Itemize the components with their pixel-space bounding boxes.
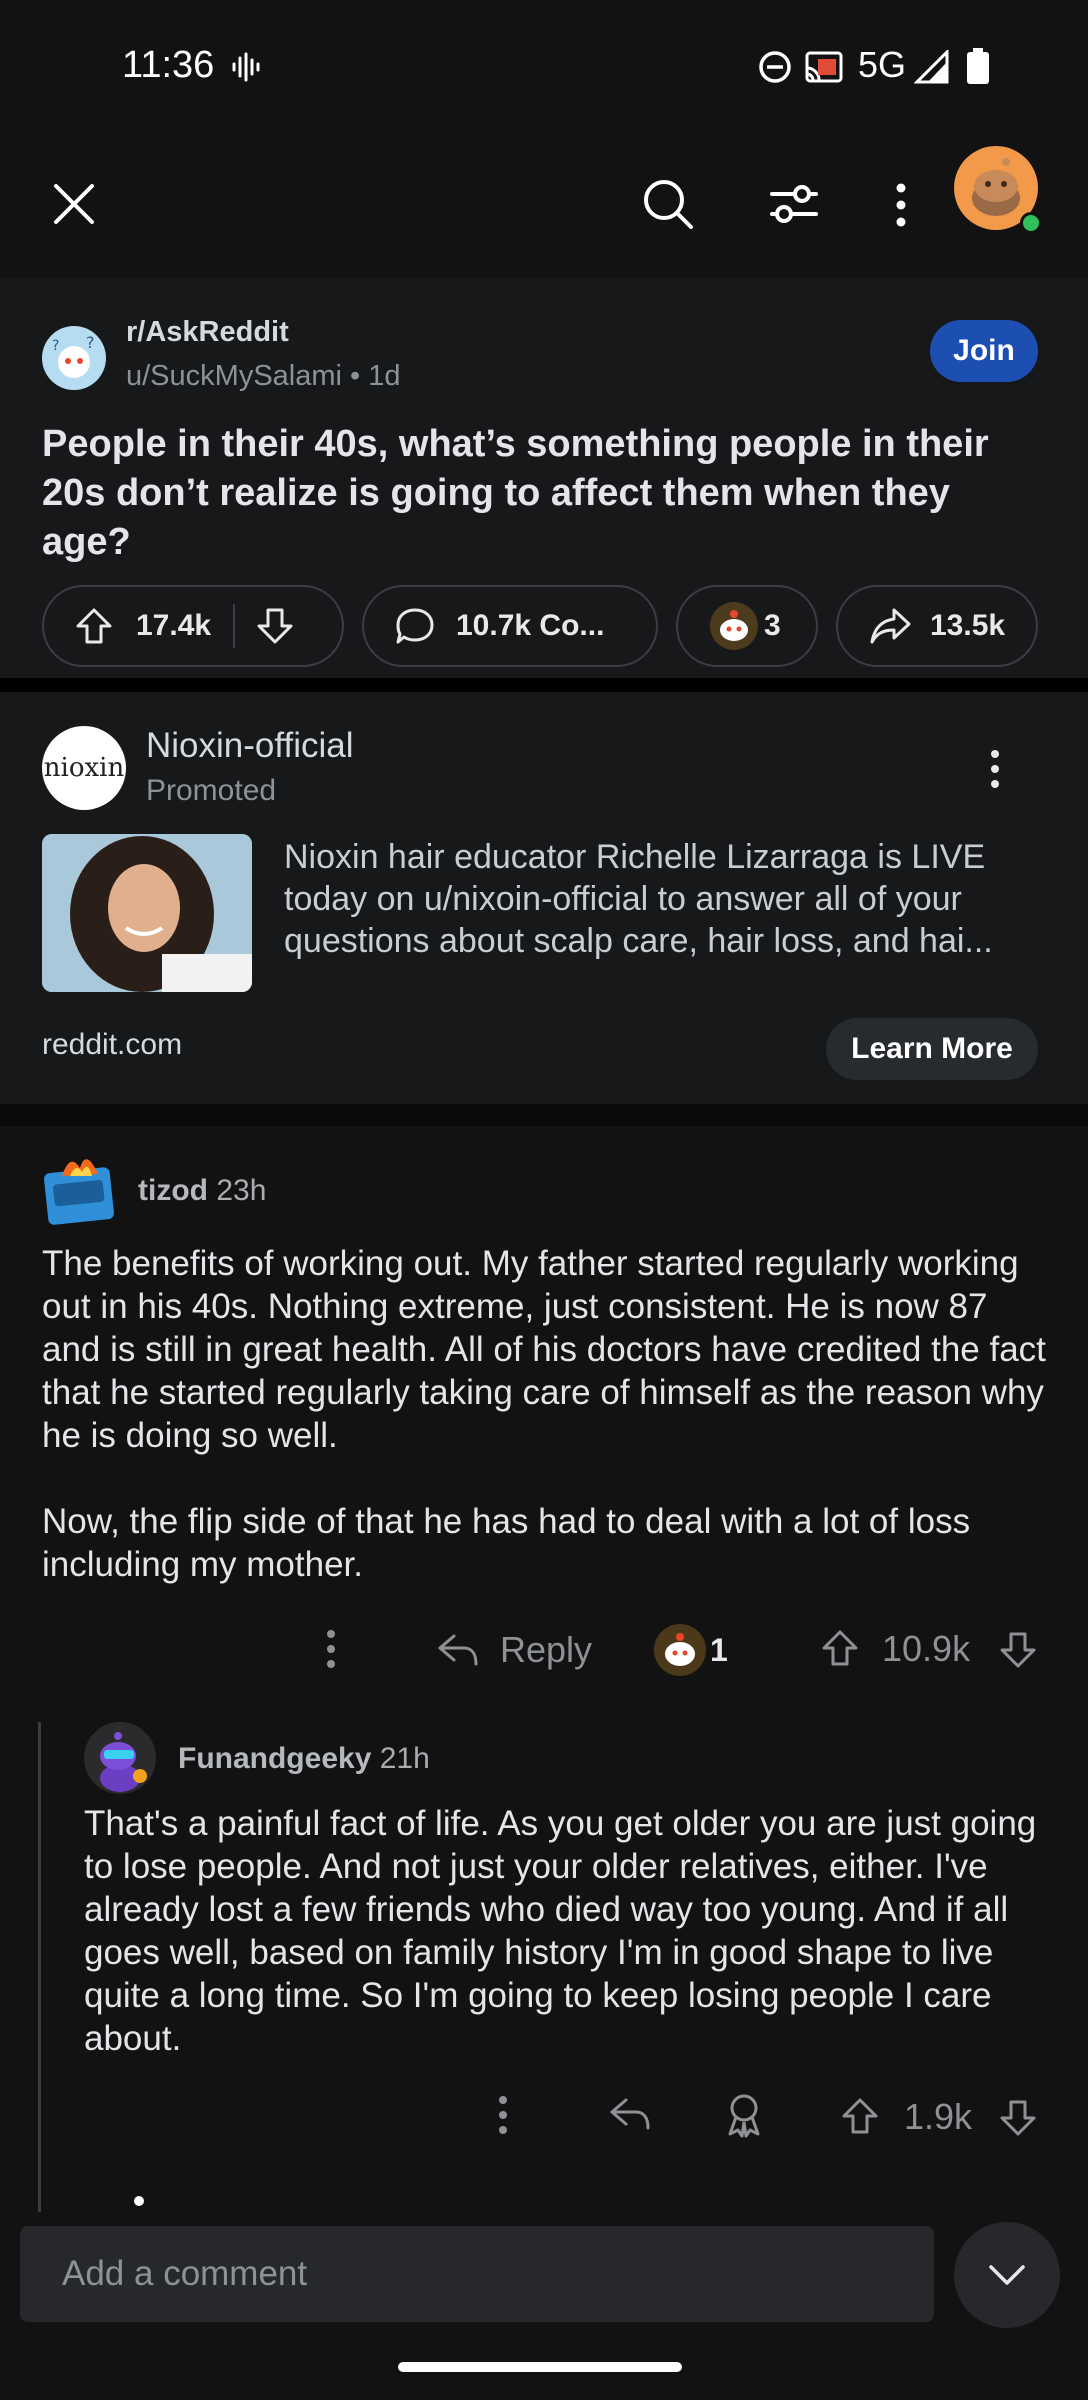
subreddit-name[interactable]: r/AskReddit: [126, 316, 289, 349]
ad-thumbnail[interactable]: [42, 834, 252, 992]
indicator-dot: [134, 2196, 144, 2206]
comment-author[interactable]: Funandgeeky: [178, 1742, 371, 1775]
advertiser-logo[interactable]: nioxin: [42, 726, 126, 810]
comment-body: That's a painful fact of life. As you ge…: [84, 1802, 1044, 2060]
vote-divider: [233, 604, 236, 648]
ad-body: Nioxin hair educator Richelle Lizarraga …: [284, 838, 993, 960]
share-count: 13.5k: [930, 609, 1006, 642]
comment-more-icon[interactable]: [316, 1628, 346, 1670]
home-indicator[interactable]: [398, 2362, 682, 2372]
comment-avatar-tizod[interactable]: [40, 1148, 120, 1232]
ad-domain[interactable]: reddit.com: [42, 1028, 182, 1062]
comment-author-line[interactable]: Funandgeeky 21h: [178, 1742, 430, 1776]
promoted-label: Promoted: [146, 774, 277, 807]
award-snoo-icon: [654, 1624, 706, 1676]
comment-paragraph: The benefits of working out. My father s…: [42, 1244, 1046, 1455]
comment-score: 1.9k: [904, 2096, 973, 2137]
top-nav: [0, 130, 1088, 278]
join-button[interactable]: Join: [930, 320, 1038, 382]
award-count: 3: [764, 609, 781, 642]
comment-age: 23h: [216, 1174, 267, 1207]
svg-text:?: ?: [86, 333, 95, 352]
network-type: 5G: [858, 44, 907, 85]
advertiser-name[interactable]: Nioxin-official: [146, 726, 354, 766]
upvote-icon[interactable]: [74, 606, 114, 646]
comment-upvote-icon[interactable]: [820, 1628, 860, 1668]
askreddit-icon: ? ?: [52, 333, 95, 378]
comment-downvote-icon[interactable]: [998, 1630, 1038, 1670]
subreddit-avatar[interactable]: ? ?: [42, 326, 106, 390]
award-button[interactable]: 3: [676, 585, 818, 667]
reply-icon: [438, 1634, 478, 1666]
comment-award[interactable]: 1: [652, 1620, 728, 1680]
comment-paragraph: Now, the flip side of that he has had to…: [42, 1502, 971, 1584]
share-icon: [870, 608, 911, 644]
status-bar: 11:36 5G: [0, 0, 1088, 130]
add-comment-input[interactable]: Add a comment: [20, 2226, 934, 2322]
comment-score: 10.9k: [882, 1628, 971, 1669]
reply-button[interactable]: Reply: [436, 1624, 592, 1676]
status-time: 11:36: [122, 44, 215, 86]
battery-icon: [967, 48, 989, 84]
signal-icon: [914, 50, 949, 84]
thread-line[interactable]: [38, 1722, 41, 2212]
reply-icon[interactable]: [608, 2094, 652, 2134]
comment-upvote-icon[interactable]: [840, 2096, 880, 2136]
comment-downvote-icon[interactable]: [998, 2098, 1038, 2138]
voice-activity-icon: [232, 52, 260, 82]
add-comment-placeholder: Add a comment: [62, 2254, 308, 2293]
close-icon[interactable]: [52, 182, 96, 226]
comment-age: 21h: [379, 1742, 430, 1775]
comment-count: 10.7k Co...: [456, 609, 605, 642]
comments-button[interactable]: 10.7k Co...: [362, 585, 658, 667]
snoo-avatar-icon: [100, 1732, 147, 1792]
comment-award-count: 1: [710, 1631, 728, 1668]
dnd-icon: [759, 51, 791, 83]
ad-photo-icon: [42, 834, 252, 992]
award-snoo-icon: [710, 602, 758, 650]
award-icon[interactable]: [722, 2092, 766, 2138]
comment-more-icon[interactable]: [488, 2094, 518, 2136]
post-upvote-count: 17.4k: [136, 609, 212, 642]
post-meta[interactable]: u/SuckMySalami • 1d: [126, 360, 400, 393]
scroll-down-button[interactable]: [954, 2222, 1060, 2328]
comment-author[interactable]: tizod: [138, 1174, 208, 1207]
more-options-icon[interactable]: [886, 182, 916, 228]
post-title: People in their 40s, what’s something pe…: [42, 423, 989, 563]
cast-icon: [805, 51, 843, 83]
comment-body: The benefits of working out. My father s…: [42, 1242, 1052, 1586]
vote-pill: 17.4k: [42, 585, 344, 667]
reply-label: Reply: [500, 1629, 593, 1670]
svg-text:?: ?: [52, 338, 59, 354]
share-button[interactable]: 13.5k: [836, 585, 1038, 667]
comment-avatar-funandgeeky[interactable]: [84, 1722, 156, 1794]
ad-more-options-icon[interactable]: [980, 748, 1010, 790]
comment-paragraph: That's a painful fact of life. As you ge…: [84, 1804, 1037, 2058]
comment-icon: [396, 608, 434, 644]
online-indicator: [1020, 212, 1042, 234]
chevron-down-icon: [989, 2265, 1025, 2285]
filter-icon[interactable]: [768, 182, 820, 226]
learn-more-button[interactable]: Learn More: [826, 1018, 1038, 1080]
downvote-icon[interactable]: [255, 606, 295, 646]
divider: [0, 1104, 1088, 1126]
comment-author-line[interactable]: tizod 23h: [138, 1174, 266, 1208]
search-icon[interactable]: [642, 178, 694, 230]
